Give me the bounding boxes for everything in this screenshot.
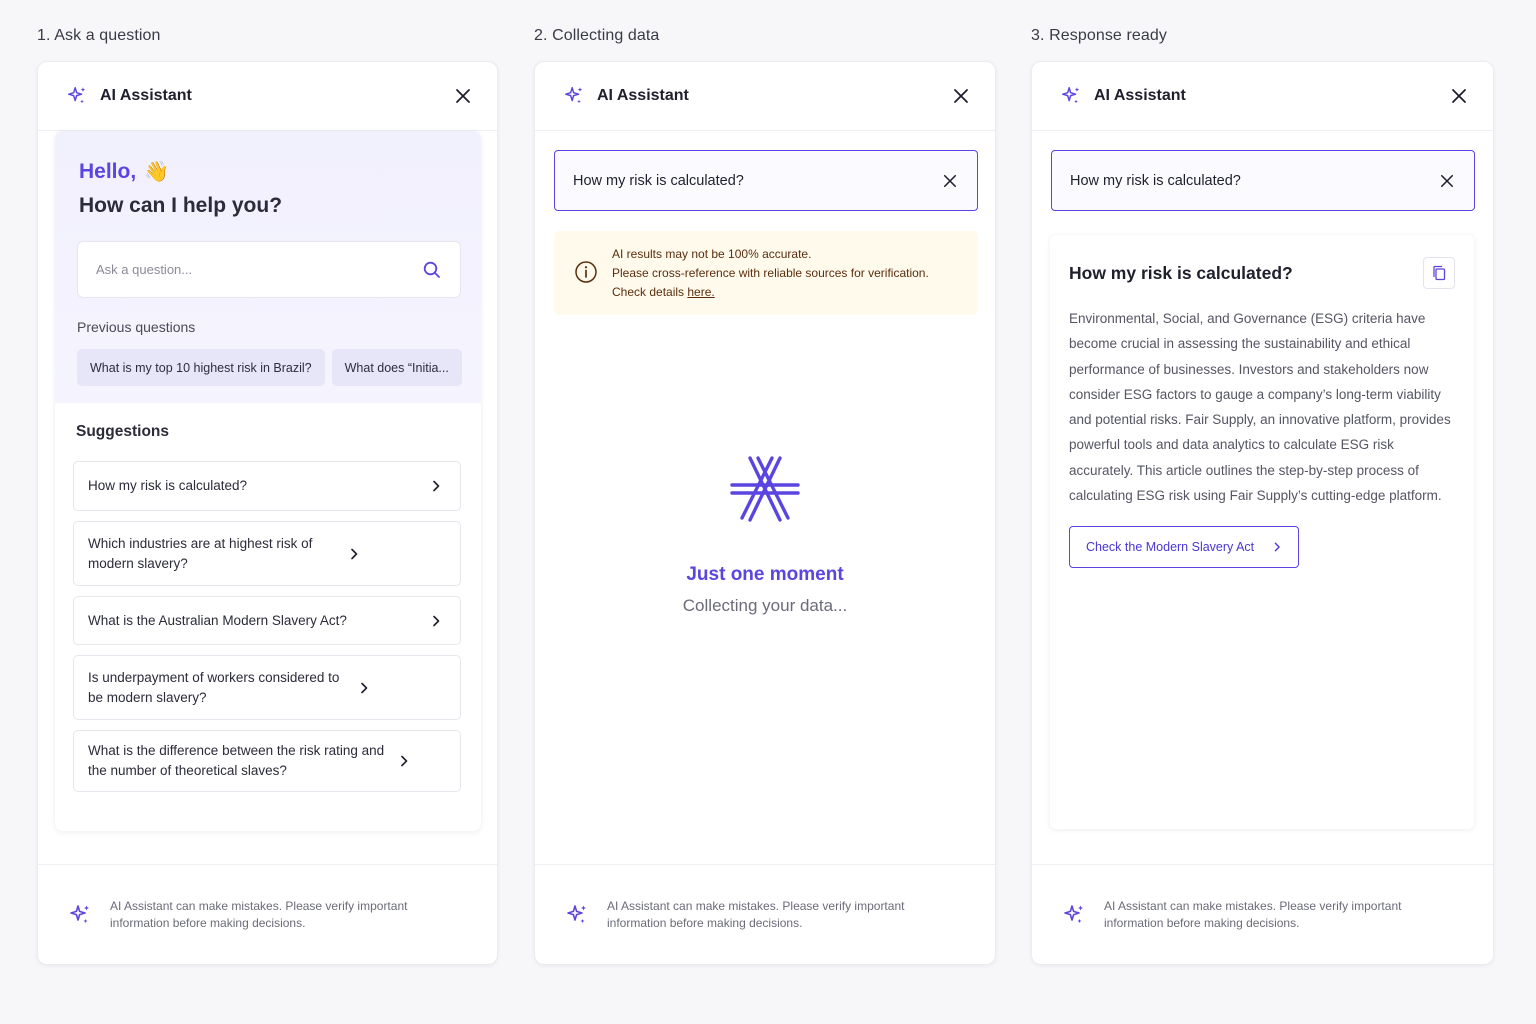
disclaimer-note: AI Assistant can make mistakes. Please v…: [1104, 898, 1402, 930]
step-label-2: 2. Collecting data: [534, 27, 660, 44]
warning-text: AI results may not be 100% accurate. Ple…: [612, 245, 929, 315]
help-heading: How can I help you?: [79, 194, 283, 217]
query-input[interactable]: [573, 172, 943, 189]
chevron-right-icon: [358, 682, 370, 694]
sparkle-icon: [68, 903, 92, 927]
loading-title: Just one moment: [686, 564, 844, 585]
close-icon[interactable]: [455, 88, 471, 104]
panel-title: AI Assistant: [597, 87, 689, 104]
copy-button[interactable]: [1423, 257, 1455, 289]
suggestion-item[interactable]: What is the Australian Modern Slavery Ac…: [73, 596, 461, 645]
panel-title: AI Assistant: [1094, 87, 1186, 104]
modern-slavery-act-label: Check the Modern Slavery Act: [1086, 540, 1255, 555]
close-icon[interactable]: [953, 88, 969, 104]
query-field: [554, 150, 978, 211]
clear-icon[interactable]: [943, 174, 957, 188]
greeting: Hello, 👋: [79, 159, 459, 184]
suggestion-text: What is the Australian Modern Slavery Ac…: [88, 612, 347, 628]
suggestion-item[interactable]: Which industries are at highest risk of …: [73, 521, 461, 586]
loading-state: Just one moment Collecting your data...: [535, 454, 995, 616]
previous-question-chip[interactable]: What does “Initia...: [331, 349, 462, 386]
wave-icon: 👋: [144, 161, 170, 183]
sparkle-icon: [563, 85, 585, 107]
assistant-panel-collecting: AI Assistant AI results may not be 100% …: [534, 61, 996, 965]
previous-question-chip[interactable]: What is my top 10 highest risk in Brazil…: [77, 349, 325, 386]
disclaimer-note: AI Assistant can make mistakes. Please v…: [110, 898, 408, 930]
close-icon[interactable]: [1451, 88, 1467, 104]
panel-footer: AI Assistant can make mistakes. Please v…: [1032, 864, 1493, 964]
sparkle-icon: [1060, 85, 1082, 107]
modern-slavery-act-button[interactable]: Check the Modern Slavery Act: [1069, 526, 1300, 569]
query-field: [1051, 150, 1475, 211]
suggestions-title: Suggestions: [76, 423, 170, 440]
suggestion-text: How my risk is calculated?: [88, 478, 248, 493]
sparkle-icon: [565, 903, 589, 927]
hello-card: Hello, 👋 How can I help you? Previous qu…: [55, 131, 481, 831]
panel-footer: AI Assistant can make mistakes. Please v…: [535, 864, 995, 964]
answer-card: How my risk is calculated? Environmental…: [1050, 235, 1474, 829]
copy-icon: [1433, 265, 1446, 281]
panel-header: AI Assistant: [535, 62, 995, 131]
chevron-right-icon: [430, 615, 442, 627]
panel-header: AI Assistant: [38, 62, 497, 131]
step-label-3: 3. Response ready: [1031, 27, 1168, 44]
suggestion-item[interactable]: Is underpayment of workers considered to…: [73, 655, 461, 720]
answer-body: Environmental, Social, and Governance (E…: [1069, 311, 1451, 504]
answer-title: How my risk is calculated?: [1069, 263, 1293, 283]
details-link[interactable]: here.: [687, 285, 714, 299]
suggestion-text: What is the difference between the risk …: [88, 743, 385, 778]
step-label-1: 1. Ask a question: [37, 27, 161, 44]
panel-header: AI Assistant: [1032, 62, 1493, 131]
suggestion-item[interactable]: How my risk is calculated?: [73, 461, 461, 511]
warning-line: Please cross-reference with reliable sou…: [612, 266, 929, 280]
disclaimer-note: AI Assistant can make mistakes. Please v…: [607, 898, 905, 930]
chevron-right-icon: [398, 755, 410, 767]
hello-section: Hello, 👋 How can I help you? Previous qu…: [55, 131, 481, 403]
suggestion-text: Which industries are at highest risk of …: [88, 535, 313, 571]
chevron-right-icon: [430, 480, 442, 492]
assistant-panel-response: AI Assistant How my risk is calculated? …: [1031, 61, 1494, 965]
query-input[interactable]: [1070, 172, 1440, 189]
warning-line: Check details: [612, 285, 688, 299]
loader-icon: [730, 456, 800, 522]
suggestions-list: How my risk is calculated? Which industr…: [73, 461, 461, 802]
panel-footer: AI Assistant can make mistakes. Please v…: [38, 864, 497, 964]
chevron-right-icon: [1274, 542, 1280, 552]
sparkle-icon: [66, 85, 88, 107]
greeting-text: Hello,: [79, 159, 137, 183]
previous-questions-label: Previous questions: [77, 319, 196, 335]
search-icon[interactable]: [422, 260, 442, 280]
info-icon: [575, 261, 597, 283]
suggestion-item[interactable]: What is the difference between the risk …: [73, 730, 461, 792]
search-box: [77, 241, 461, 298]
suggestion-text: Is underpayment of workers considered to…: [88, 669, 340, 705]
search-input[interactable]: [96, 262, 422, 277]
sparkle-icon: [1062, 903, 1086, 927]
chevron-right-icon: [348, 548, 360, 560]
warning-line: AI results may not be 100% accurate.: [612, 247, 812, 261]
panel-title: AI Assistant: [100, 87, 192, 104]
assistant-panel-ask: AI Assistant Hello, 👋 How can I help you…: [37, 61, 498, 965]
loading-subtitle: Collecting your data...: [682, 596, 848, 615]
accuracy-warning: AI results may not be 100% accurate. Ple…: [554, 231, 978, 315]
previous-questions: What is my top 10 highest risk in Brazil…: [77, 349, 462, 386]
clear-icon[interactable]: [1440, 174, 1454, 188]
